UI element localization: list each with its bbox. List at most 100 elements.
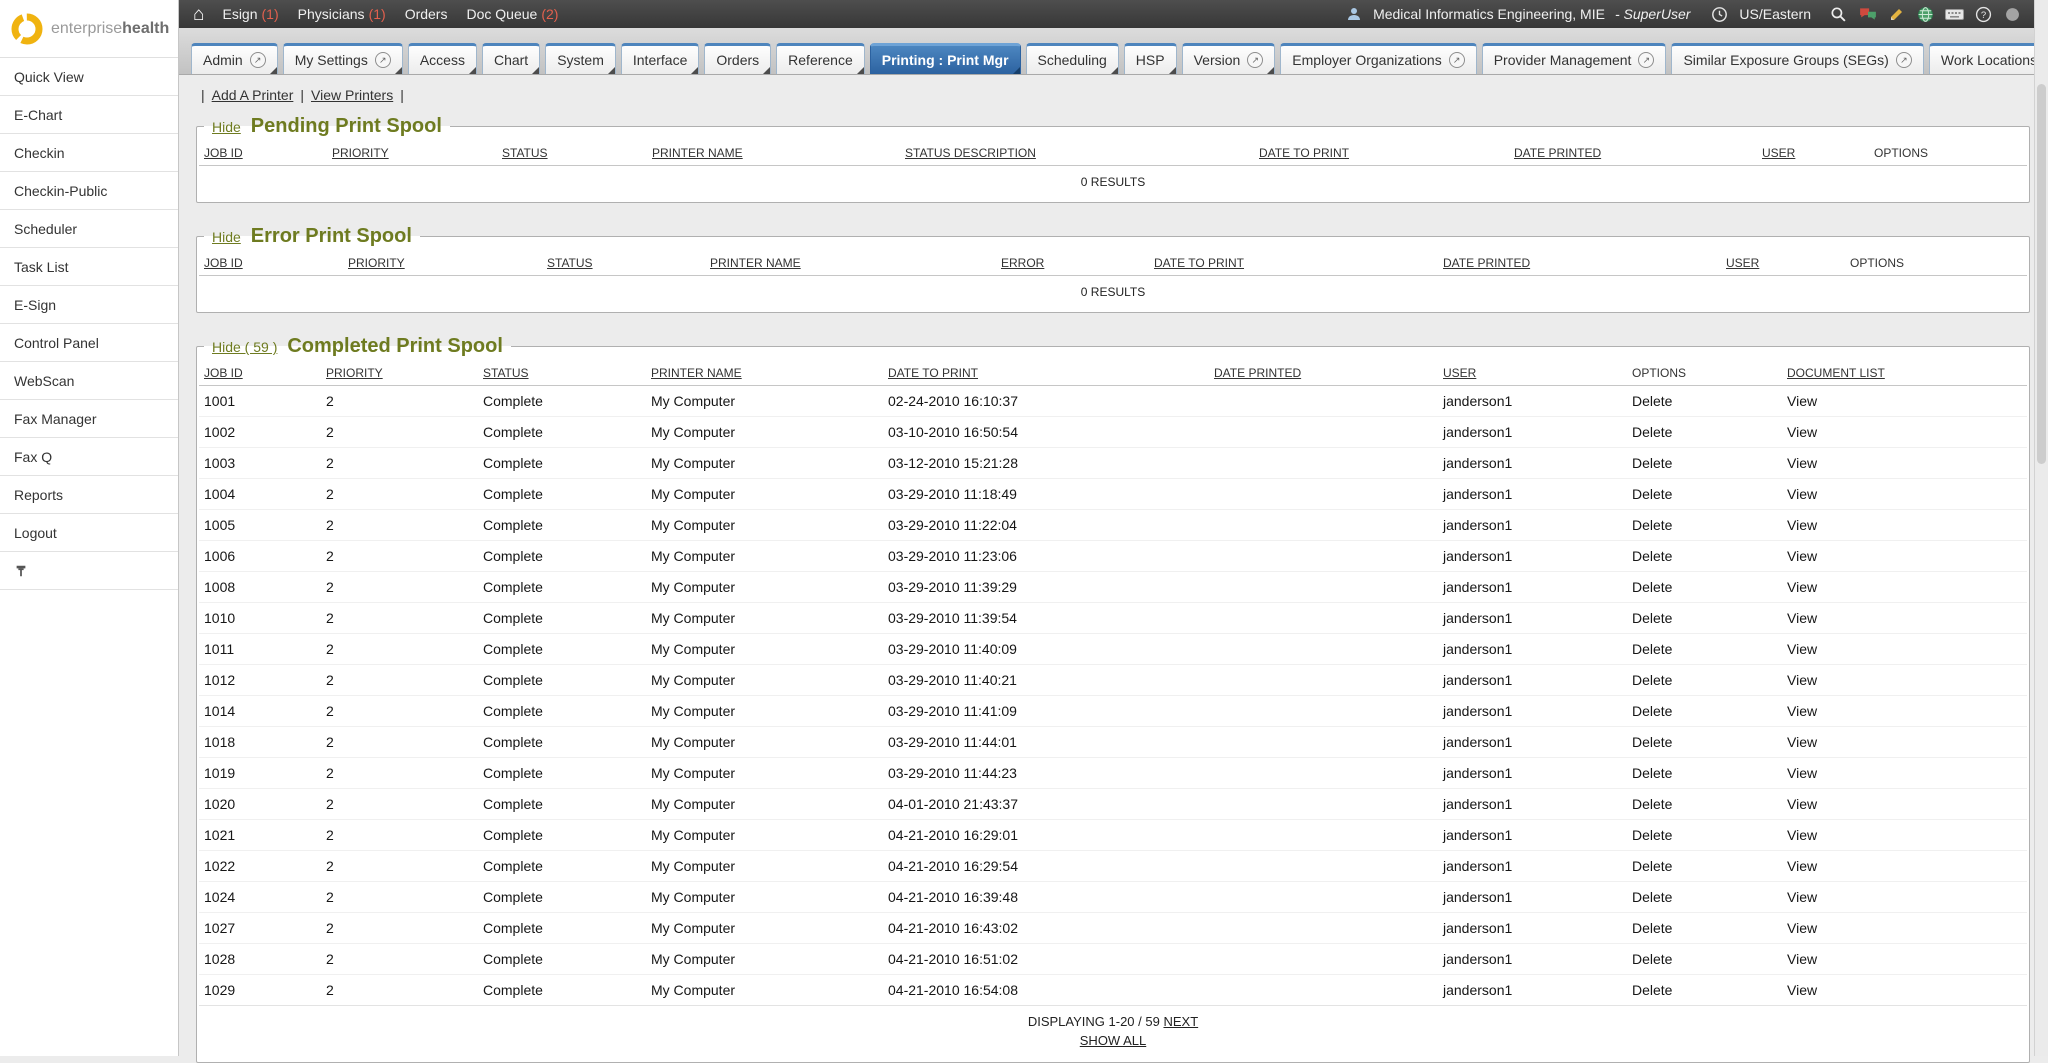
column-header-date-to-print[interactable]: DATE TO PRINT: [1154, 256, 1244, 270]
column-header-job-id[interactable]: JOB ID: [204, 366, 243, 380]
sidebar-item-reports[interactable]: Reports: [0, 476, 178, 514]
external-link-icon[interactable]: ↗: [1247, 52, 1263, 68]
view-document-link[interactable]: View: [1787, 703, 1817, 719]
sidebar-item-task-list[interactable]: Task List: [0, 248, 178, 286]
tab-scheduling[interactable]: Scheduling: [1026, 43, 1119, 74]
keyboard-icon[interactable]: [1945, 5, 1964, 24]
home-icon[interactable]: ⌂: [193, 5, 204, 24]
delete-link[interactable]: Delete: [1632, 486, 1672, 502]
sidebar-item-e-sign[interactable]: E-Sign: [0, 286, 178, 324]
view-document-link[interactable]: View: [1787, 765, 1817, 781]
tab-reference[interactable]: Reference: [776, 43, 865, 74]
external-link-icon[interactable]: ↗: [1896, 52, 1912, 68]
column-header-user[interactable]: USER: [1443, 366, 1476, 380]
scrollbar[interactable]: [2034, 0, 2048, 1056]
sidebar-item-quick-view[interactable]: Quick View: [0, 58, 178, 96]
external-link-icon[interactable]: ↗: [375, 52, 391, 68]
column-header-date-printed[interactable]: DATE PRINTED: [1214, 366, 1301, 380]
delete-link[interactable]: Delete: [1632, 579, 1672, 595]
column-header-printer-name[interactable]: PRINTER NAME: [651, 366, 742, 380]
next-page-link[interactable]: NEXT: [1163, 1014, 1198, 1029]
external-link-icon[interactable]: ↗: [250, 52, 266, 68]
column-header-date-to-print[interactable]: DATE TO PRINT: [888, 366, 978, 380]
view-document-link[interactable]: View: [1787, 982, 1817, 998]
view-document-link[interactable]: View: [1787, 796, 1817, 812]
column-header-date-printed[interactable]: DATE PRINTED: [1443, 256, 1530, 270]
delete-link[interactable]: Delete: [1632, 796, 1672, 812]
delete-link[interactable]: Delete: [1632, 641, 1672, 657]
external-link-icon[interactable]: ↗: [1449, 52, 1465, 68]
topbar-link-orders[interactable]: Orders: [405, 6, 448, 22]
delete-link[interactable]: Delete: [1632, 889, 1672, 905]
messenger-icon[interactable]: [1858, 5, 1877, 24]
view-document-link[interactable]: View: [1787, 827, 1817, 843]
delete-link[interactable]: Delete: [1632, 982, 1672, 998]
view-document-link[interactable]: View: [1787, 393, 1817, 409]
hide-pending-link[interactable]: Hide: [212, 119, 241, 135]
tab-orders[interactable]: Orders: [704, 43, 771, 74]
pencil-icon[interactable]: [1887, 5, 1906, 24]
view-printers-link[interactable]: View Printers: [311, 87, 393, 103]
sidebar-item-e-chart[interactable]: E-Chart: [0, 96, 178, 134]
tab-my-settings[interactable]: My Settings↗: [283, 43, 403, 74]
view-document-link[interactable]: View: [1787, 889, 1817, 905]
column-header-printer-name[interactable]: PRINTER NAME: [652, 146, 743, 160]
column-header-priority[interactable]: PRIORITY: [348, 256, 405, 270]
globe-icon[interactable]: [1916, 5, 1935, 24]
column-header-priority[interactable]: PRIORITY: [332, 146, 389, 160]
add-printer-link[interactable]: Add A Printer: [212, 87, 294, 103]
delete-link[interactable]: Delete: [1632, 424, 1672, 440]
delete-link[interactable]: Delete: [1632, 393, 1672, 409]
delete-link[interactable]: Delete: [1632, 610, 1672, 626]
delete-link[interactable]: Delete: [1632, 920, 1672, 936]
view-document-link[interactable]: View: [1787, 641, 1817, 657]
tab-interface[interactable]: Interface: [621, 43, 699, 74]
tab-employer-organizations[interactable]: Employer Organizations↗: [1280, 43, 1476, 74]
delete-link[interactable]: Delete: [1632, 703, 1672, 719]
view-document-link[interactable]: View: [1787, 610, 1817, 626]
tab-access[interactable]: Access: [408, 43, 477, 74]
delete-link[interactable]: Delete: [1632, 672, 1672, 688]
view-document-link[interactable]: View: [1787, 951, 1817, 967]
tab-version[interactable]: Version↗: [1182, 43, 1276, 74]
view-document-link[interactable]: View: [1787, 858, 1817, 874]
view-document-link[interactable]: View: [1787, 579, 1817, 595]
column-header-date-to-print[interactable]: DATE TO PRINT: [1259, 146, 1349, 160]
view-document-link[interactable]: View: [1787, 734, 1817, 750]
column-header-status[interactable]: STATUS: [502, 146, 548, 160]
sidebar-item-webscan[interactable]: WebScan: [0, 362, 178, 400]
delete-link[interactable]: Delete: [1632, 517, 1672, 533]
view-document-link[interactable]: View: [1787, 486, 1817, 502]
sidebar-item-fax-manager[interactable]: Fax Manager: [0, 400, 178, 438]
hide-completed-link[interactable]: Hide ( 59 ): [212, 339, 277, 355]
view-document-link[interactable]: View: [1787, 920, 1817, 936]
scrollbar-thumb[interactable]: [2037, 84, 2046, 464]
tab-work-locations[interactable]: Work Locations↗: [1929, 43, 2048, 74]
column-header-status[interactable]: STATUS: [547, 256, 593, 270]
tab-admin[interactable]: Admin↗: [191, 43, 278, 74]
column-header-user[interactable]: USER: [1726, 256, 1759, 270]
delete-link[interactable]: Delete: [1632, 734, 1672, 750]
delete-link[interactable]: Delete: [1632, 827, 1672, 843]
sidebar-item-checkin[interactable]: Checkin: [0, 134, 178, 172]
column-header-date-printed[interactable]: DATE PRINTED: [1514, 146, 1601, 160]
column-header-priority[interactable]: PRIORITY: [326, 366, 383, 380]
topbar-link-doc-queue[interactable]: Doc Queue(2): [466, 6, 558, 22]
column-header-status[interactable]: STATUS: [483, 366, 529, 380]
column-header-user[interactable]: USER: [1762, 146, 1795, 160]
view-document-link[interactable]: View: [1787, 455, 1817, 471]
tab-provider-management[interactable]: Provider Management↗: [1482, 43, 1667, 74]
delete-link[interactable]: Delete: [1632, 951, 1672, 967]
view-document-link[interactable]: View: [1787, 424, 1817, 440]
column-header-job-id[interactable]: JOB ID: [204, 256, 243, 270]
column-header-document-list[interactable]: DOCUMENT LIST: [1787, 366, 1885, 380]
tab-system[interactable]: System: [545, 43, 616, 74]
view-document-link[interactable]: View: [1787, 517, 1817, 533]
sidebar-item-scheduler[interactable]: Scheduler: [0, 210, 178, 248]
column-header-status-description[interactable]: STATUS DESCRIPTION: [905, 146, 1036, 160]
external-link-icon[interactable]: ↗: [1638, 52, 1654, 68]
help-icon[interactable]: ?: [1974, 5, 1993, 24]
sidebar-pin-button[interactable]: [0, 552, 178, 590]
view-document-link[interactable]: View: [1787, 672, 1817, 688]
column-header-job-id[interactable]: JOB ID: [204, 146, 243, 160]
